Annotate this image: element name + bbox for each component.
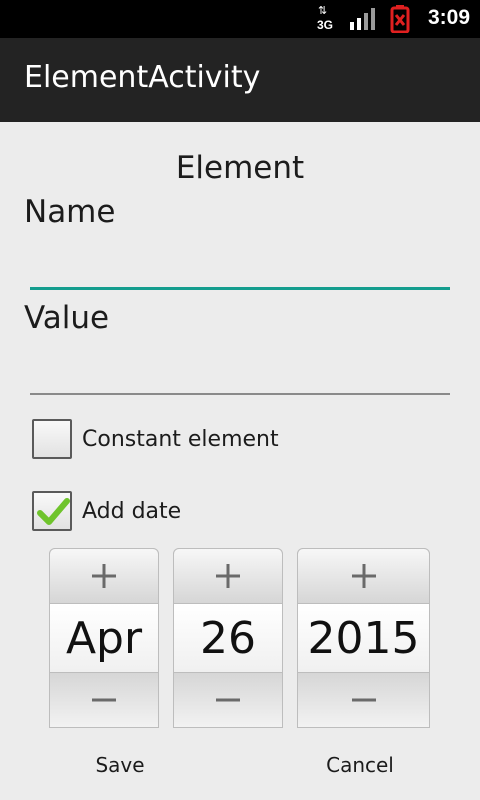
day-decrement-button[interactable]	[173, 672, 283, 728]
minus-icon	[216, 698, 240, 702]
name-label: Name	[24, 194, 116, 230]
plus-icon	[92, 564, 116, 588]
form-heading: Element	[175, 150, 305, 186]
status-bar: ⇅ 3G 3:09	[0, 0, 480, 38]
plus-icon	[216, 564, 240, 588]
constant-element-checkbox[interactable]	[32, 419, 72, 459]
day-increment-button[interactable]	[173, 548, 283, 604]
action-bar: ElementActivity	[0, 38, 480, 122]
battery-alert-icon	[390, 5, 410, 33]
month-spinner: Apr	[49, 548, 159, 728]
name-input[interactable]	[30, 246, 454, 288]
month-increment-button[interactable]	[49, 548, 159, 604]
year-value[interactable]: 2015	[297, 604, 430, 672]
value-label: Value	[24, 300, 110, 336]
signal-icon	[350, 8, 375, 30]
add-date-checkbox[interactable]	[32, 491, 72, 531]
name-field[interactable]	[30, 246, 454, 290]
add-date-row[interactable]: Add date	[32, 490, 181, 532]
network-label: 3G	[317, 18, 334, 32]
month-value[interactable]: Apr	[49, 604, 159, 672]
month-decrement-button[interactable]	[49, 672, 159, 728]
year-decrement-button[interactable]	[297, 672, 430, 728]
minus-icon	[92, 698, 116, 702]
constant-element-label: Constant element	[82, 426, 279, 452]
status-time: 3:09	[427, 6, 470, 29]
value-underline	[30, 393, 450, 395]
plus-icon	[351, 564, 376, 588]
value-field[interactable]	[30, 351, 454, 395]
add-date-label: Add date	[82, 498, 182, 524]
year-increment-button[interactable]	[297, 548, 430, 604]
app-title: ElementActivity	[24, 60, 261, 95]
year-spinner: 2015	[297, 548, 430, 728]
value-input[interactable]	[30, 351, 454, 393]
network-3g-icon: ⇅ 3G	[317, 4, 334, 32]
constant-element-row[interactable]: Constant element	[32, 418, 279, 460]
cancel-button[interactable]: Cancel	[300, 745, 420, 785]
save-button[interactable]: Save	[60, 745, 180, 785]
name-underline	[30, 287, 450, 290]
checkmark-icon	[37, 498, 70, 525]
minus-icon	[351, 698, 376, 702]
day-spinner: 26	[173, 548, 283, 728]
day-value[interactable]: 26	[173, 604, 283, 672]
